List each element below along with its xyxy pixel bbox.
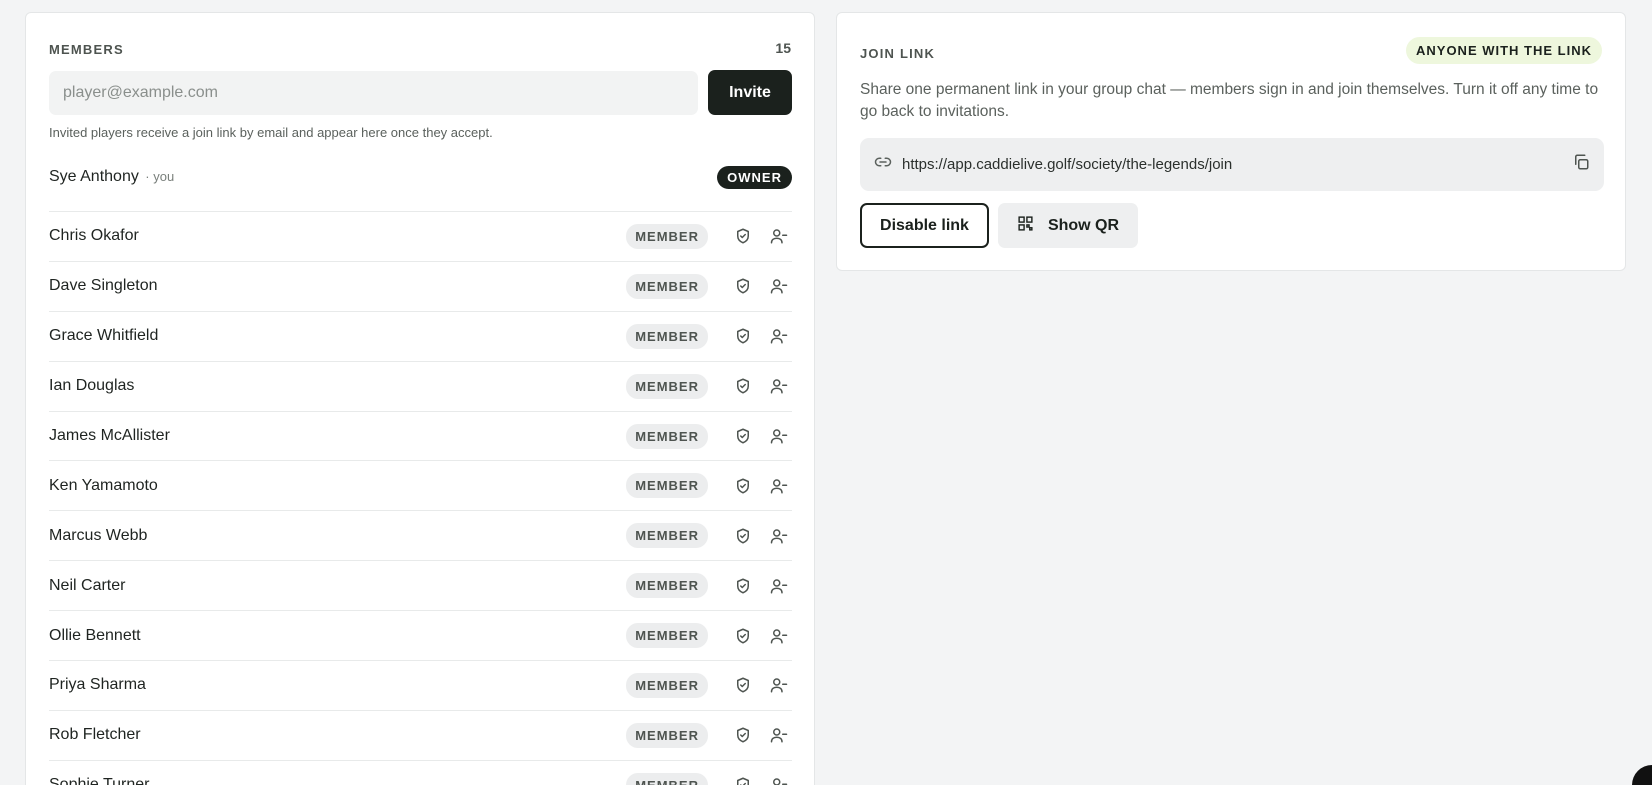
member-row: Ollie Bennett MEMBER (49, 611, 792, 662)
member-row: Rob Fletcher MEMBER (49, 711, 792, 761)
member-role-badge: MEMBER (626, 523, 708, 549)
invite-button[interactable]: Invite (708, 70, 792, 115)
member-role-badge: MEMBER (626, 423, 708, 449)
remove-user-icon[interactable] (766, 223, 792, 249)
member-name: James McAllister (49, 427, 170, 444)
shield-check-icon[interactable] (730, 772, 756, 785)
shield-check-icon[interactable] (730, 273, 756, 299)
member-role-badge: MEMBER (626, 273, 708, 299)
members-card: MEMBERS 15 Invite Invited players receiv… (25, 12, 815, 785)
member-role-badge: MEMBER (626, 373, 708, 399)
member-row: Chris Okafor MEMBER (49, 212, 792, 262)
window-corner (1632, 765, 1652, 785)
remove-user-icon[interactable] (766, 323, 792, 349)
member-role-badge: MEMBER (626, 772, 708, 785)
shield-check-icon[interactable] (730, 672, 756, 698)
you-tag: · you (145, 169, 175, 184)
show-qr-button[interactable]: Show QR (998, 203, 1138, 248)
remove-user-icon[interactable] (766, 373, 792, 399)
remove-user-icon[interactable] (766, 772, 792, 785)
member-name: Priya Sharma (49, 676, 146, 694)
shield-check-icon[interactable] (730, 423, 756, 449)
member-row: Ken Yamamoto MEMBER (49, 461, 792, 512)
member-row: Dave Singleton MEMBER (49, 262, 792, 312)
qr-code-icon (1017, 215, 1034, 237)
member-role-badge: MEMBER (626, 623, 708, 649)
member-row: James McAllister MEMBER (49, 412, 792, 462)
remove-user-icon[interactable] (766, 273, 792, 299)
member-row: Grace Whitfield MEMBER (49, 312, 792, 362)
members-title: MEMBERS (49, 42, 124, 57)
remove-user-icon[interactable] (766, 423, 792, 449)
member-count: 15 (775, 40, 791, 56)
shield-check-icon[interactable] (730, 623, 756, 649)
owner-name-group: Sye Anthony · you (49, 168, 174, 186)
disable-link-button[interactable]: Disable link (860, 203, 989, 248)
link-icon (874, 153, 892, 176)
member-row: Neil Carter MEMBER (49, 561, 792, 612)
shield-check-icon[interactable] (730, 722, 756, 748)
owner-badge: OWNER (717, 165, 792, 189)
member-name: Ollie Bennett (49, 626, 141, 644)
owner-name: Sye Anthony (49, 168, 139, 185)
member-name: Neil Carter (49, 576, 126, 594)
member-role-badge: MEMBER (626, 323, 708, 349)
page: MEMBERS 15 Invite Invited players receiv… (0, 0, 1652, 785)
invite-email-input[interactable] (49, 71, 698, 115)
join-link-card: JOIN LINK ANYONE WITH THE LINK Share one… (836, 12, 1626, 271)
member-name: Ken Yamamoto (49, 476, 158, 494)
invite-helper-text: Invited players receive a join link by e… (49, 125, 493, 140)
remove-user-icon[interactable] (766, 623, 792, 649)
link-access-badge: ANYONE WITH THE LINK (1406, 37, 1602, 64)
show-qr-label: Show QR (1047, 216, 1120, 234)
member-name: Grace Whitfield (49, 327, 159, 345)
member-row: Marcus Webb MEMBER (49, 511, 792, 562)
member-row: Priya Sharma MEMBER (49, 661, 792, 711)
join-link-title: JOIN LINK (860, 46, 936, 61)
shield-check-icon[interactable] (730, 473, 756, 499)
member-role-badge: MEMBER (626, 473, 708, 499)
member-list: Chris Okafor MEMBER Dave Singleton MEMBER Gr… (49, 211, 792, 785)
shield-check-icon[interactable] (730, 223, 756, 249)
shield-check-icon[interactable] (730, 373, 756, 399)
shield-check-icon[interactable] (730, 523, 756, 549)
remove-user-icon[interactable] (766, 722, 792, 748)
join-url-box: https://app.caddielive.golf/society/the-… (860, 138, 1604, 191)
member-name: Rob Fletcher (49, 726, 141, 744)
remove-user-icon[interactable] (766, 672, 792, 698)
member-row: Ian Douglas MEMBER (49, 362, 792, 412)
join-link-description: Share one permanent link in your group c… (860, 81, 1599, 120)
join-url-text[interactable]: https://app.caddielive.golf/society/the-… (902, 156, 1572, 173)
member-role-badge: MEMBER (626, 223, 708, 249)
member-name: Marcus Webb (49, 526, 148, 544)
copy-icon[interactable] (1572, 153, 1590, 176)
member-name: Dave Singleton (49, 277, 158, 295)
remove-user-icon[interactable] (766, 573, 792, 599)
remove-user-icon[interactable] (766, 523, 792, 549)
member-row: Sophie Turner MEMBER (49, 761, 792, 785)
shield-check-icon[interactable] (730, 323, 756, 349)
shield-check-icon[interactable] (730, 573, 756, 599)
remove-user-icon[interactable] (766, 473, 792, 499)
member-role-badge: MEMBER (626, 672, 708, 698)
member-role-badge: MEMBER (626, 573, 708, 599)
member-role-badge: MEMBER (626, 722, 708, 748)
owner-row: Sye Anthony · you OWNER (49, 159, 792, 195)
member-name: Ian Douglas (49, 377, 135, 395)
member-name: Sophie Turner (49, 776, 150, 785)
member-name: Chris Okafor (49, 227, 139, 245)
